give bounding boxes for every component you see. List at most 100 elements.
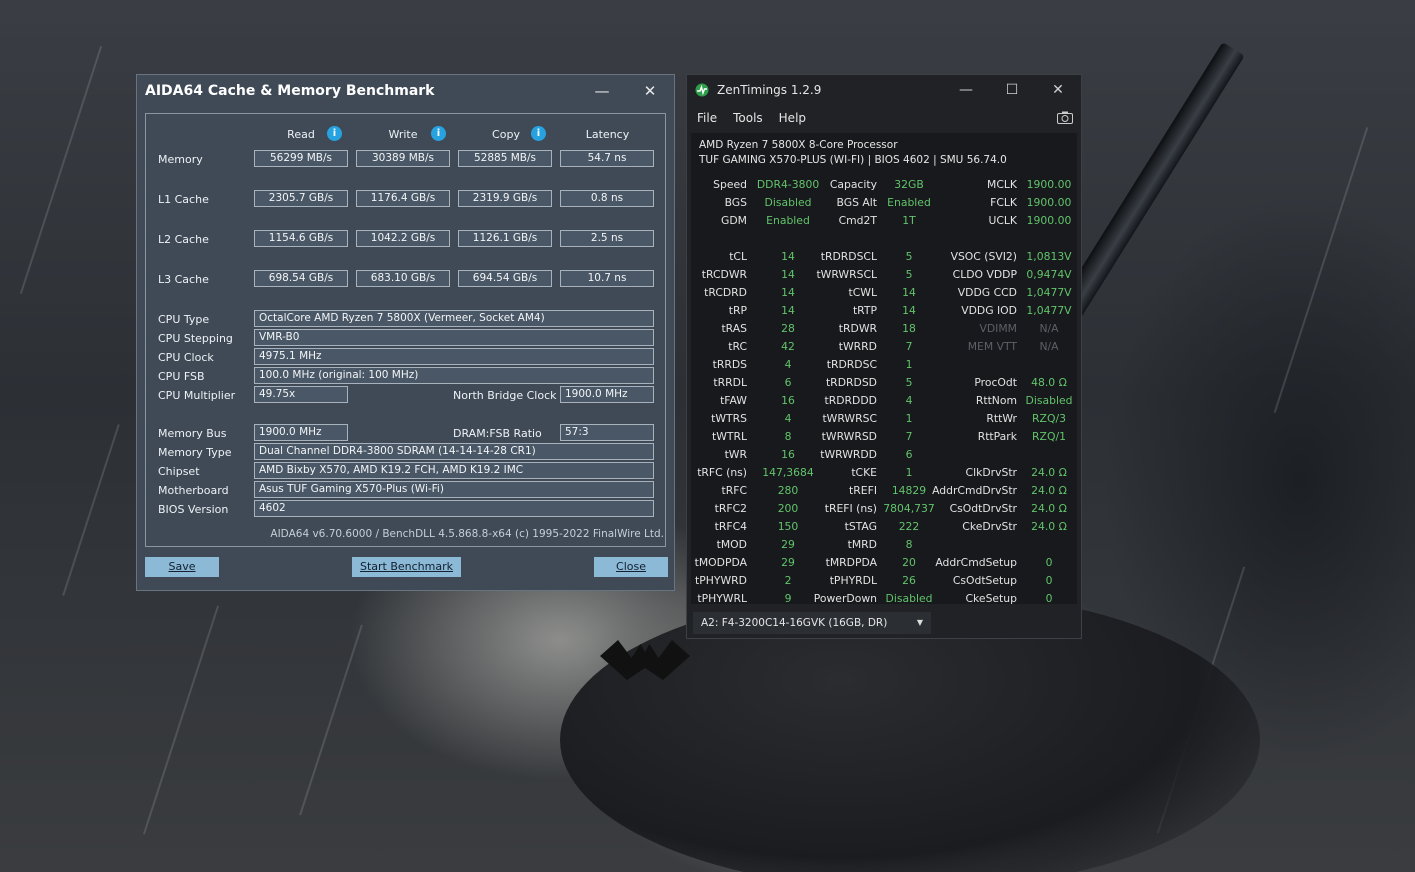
timing-label-ckesetup: CkeSetup [965,592,1017,605]
timing-label-twrwrscl: tWRWRSCL [816,268,877,281]
timing-label-tphywrd: tPHYWRD [695,574,747,587]
timing-value-cmd2t: 1T [902,214,916,227]
menu-bar: File Tools Help [687,105,1081,131]
cpu-type-value: OctalCore AMD Ryzen 7 5800X (Vermeer, So… [254,310,654,327]
minimize-button[interactable]: — [578,82,626,100]
save-button[interactable]: Save [145,557,219,577]
cpu-stepping-label: CPU Stepping [158,332,233,345]
timing-label-twr: tWR [724,448,747,461]
timing-value-trcdwr: 14 [781,268,795,281]
timing-label-trdrdscl: tRDRDSCL [820,250,877,263]
l3-latency-value: 10.7 ns [560,270,654,287]
l3-copy-value: 694.54 GB/s [458,270,552,287]
cpu-multiplier-value: 49.75x [254,386,348,403]
timing-label-speed: Speed [713,178,747,191]
timing-label-vsoc-svi2: VSOC (SVI2) [950,250,1017,263]
motherboard-value: Asus TUF Gaming X570-Plus (Wi-Fi) [254,481,654,498]
minimize-button[interactable]: — [943,82,989,98]
timing-value-addrcmddrvstr: 24.0 Ω [1031,484,1067,497]
timing-value-mclk: 1900.00 [1026,178,1072,191]
dram-fsb-ratio-value: 57:3 [560,424,654,441]
timing-value-twr: 16 [781,448,795,461]
timing-value-tmrdpda: 20 [902,556,916,569]
row-label: Memory [158,153,203,166]
timing-label-addrcmddrvstr: AddrCmdDrvStr [932,484,1017,497]
timing-value-trdrdsc: 1 [905,358,913,371]
cpu-info-panel: AMD Ryzen 7 5800X 8-Core Processor TUF G… [691,133,1077,173]
timing-label-tras: tRAS [721,322,747,335]
timing-label-twrrd: tWRRD [838,340,877,353]
timing-label-tphyrdl: tPHYRDL [829,574,877,587]
menu-help[interactable]: Help [779,111,806,125]
timing-value-mem-vtt: N/A [1039,340,1059,353]
l1-write-value: 1176.4 GB/s [356,190,450,207]
l3-read-value: 698.54 GB/s [254,270,348,287]
memory-copy-value: 52885 MB/s [458,150,552,167]
copy-info-icon[interactable]: i [531,126,546,141]
timing-value-vsoc-svi2: 1,0813V [1026,250,1072,263]
close-window-button[interactable]: ✕ [1035,82,1081,98]
timing-value-tcwl: 14 [902,286,916,299]
timing-label-trc: tRC [728,340,747,353]
start-benchmark-button[interactable]: Start Benchmark [352,557,461,577]
close-window-button[interactable]: ✕ [626,82,674,100]
timing-value-tphywrl: 9 [784,592,792,605]
timing-value-ckedrvstr: 24.0 Ω [1031,520,1067,533]
chipset-label: Chipset [158,465,200,478]
l2-read-value: 1154.6 GB/s [254,230,348,247]
timing-label-cldo-vddp: CLDO VDDP [952,268,1017,281]
timing-value-trrds: 4 [784,358,792,371]
menu-tools[interactable]: Tools [733,111,763,125]
timing-label-trfc4: tRFC4 [714,520,747,533]
menu-file[interactable]: File [697,111,717,125]
aida64-title-bar[interactable]: AIDA64 Cache & Memory Benchmark — ✕ [137,75,674,107]
timing-label-twrwrsd: tWRWRSD [821,430,877,443]
bios-version-value: 4602 [254,500,654,517]
screenshot-camera-icon[interactable] [1057,111,1073,124]
timing-value-rttwr: RZQ/3 [1032,412,1066,425]
timing-label-ckedrvstr: CkeDrvStr [962,520,1017,533]
timing-label-trdwr: tRDWR [838,322,877,335]
l1-read-value: 2305.7 GB/s [254,190,348,207]
cpu-clock-value: 4975.1 MHz [254,348,654,365]
timing-label-procodt: ProcOdt [974,376,1017,389]
timing-value-twrwrdd: 6 [905,448,913,461]
timing-value-trdwr: 18 [902,322,916,335]
timing-value-tmod: 29 [781,538,795,551]
timing-value-ckesetup: 0 [1045,592,1053,605]
timing-label-addrcmdsetup: AddrCmdSetup [935,556,1017,569]
timing-value-procodt: 48.0 Ω [1031,376,1067,389]
latency-header: Latency [585,128,630,141]
timing-label-twtrs: tWTRS [711,412,747,425]
row-label: L1 Cache [158,193,209,206]
timing-value-twrwrsd: 7 [905,430,913,443]
copy-header: Copy [492,128,520,141]
maximize-button[interactable]: ☐ [989,82,1035,98]
dimm-selector-dropdown[interactable]: A2: F4-3200C14-16GVK (16GB, DR) ▼ [693,612,931,634]
timing-label-trrdl: tRRDL [713,376,747,389]
timing-label-trdrdsd: tRDRDSD [825,376,877,389]
memory-type-label: Memory Type [158,446,232,459]
timing-label-capacity: Capacity [829,178,877,191]
timing-label-rttpark: RttPark [977,430,1017,443]
timing-value-vdimm: N/A [1039,322,1059,335]
aida64-version-footer: AIDA64 v6.70.6000 / BenchDLL 4.5.868.8-x… [270,528,664,540]
timing-label-gdm: GDM [721,214,747,227]
timing-value-trfc: 280 [777,484,799,497]
benchmark-results-panel: Read i Write i Copy i Latency Memory 562… [145,113,666,547]
timing-value-tstag: 222 [898,520,920,533]
l3-write-value: 683.10 GB/s [356,270,450,287]
timing-value-tfaw: 16 [781,394,795,407]
timing-label-bgs-alt: BGS Alt [836,196,878,209]
timing-value-powerdown: Disabled [885,592,933,605]
dram-fsb-ratio-label: DRAM:FSB Ratio [453,427,542,440]
write-info-icon[interactable]: i [431,126,446,141]
cpu-multiplier-label: CPU Multiplier [158,389,236,402]
timing-value-tcl: 14 [781,250,795,263]
close-button[interactable]: Close [594,557,668,577]
timing-value-trdrdscl: 5 [905,250,913,263]
read-info-icon[interactable]: i [327,126,342,141]
timing-value-trp: 14 [781,304,795,317]
zentimings-title-bar[interactable]: ZenTimings 1.2.9 — ☐ ✕ [687,75,1081,105]
l2-latency-value: 2.5 ns [560,230,654,247]
